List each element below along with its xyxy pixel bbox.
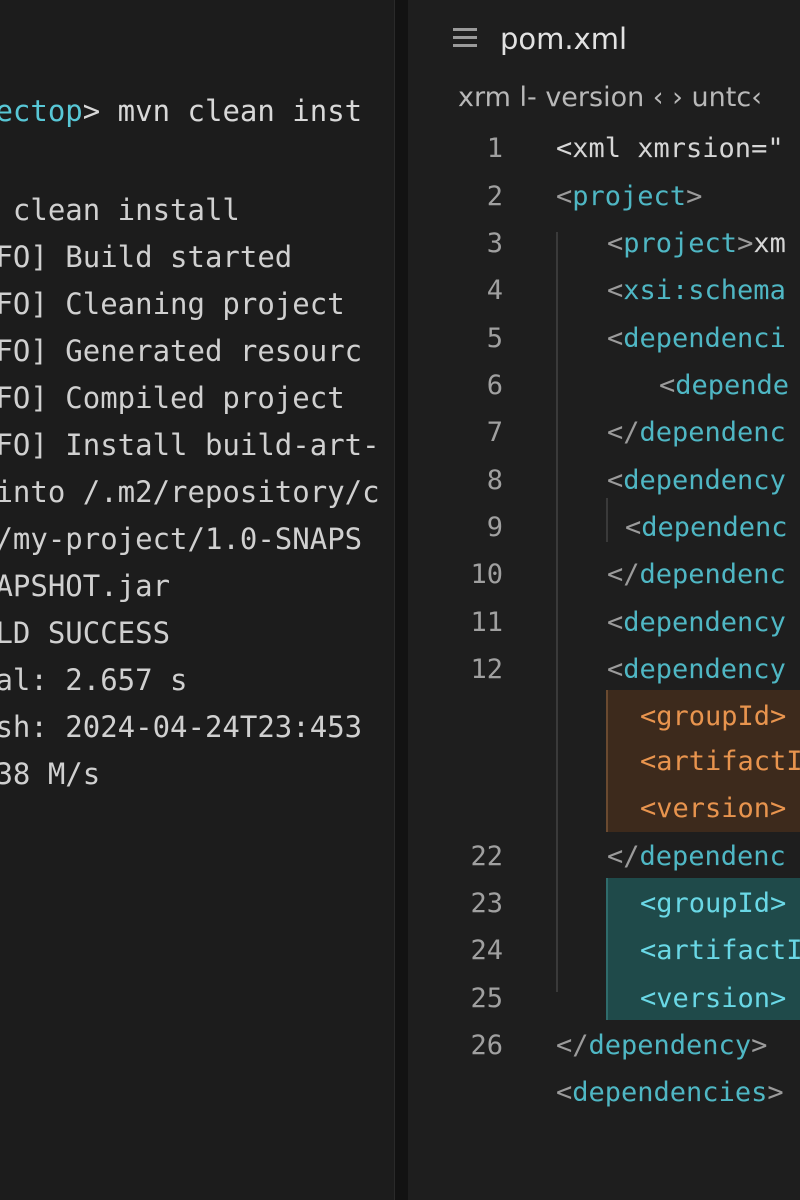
line-number: 3 — [486, 228, 503, 259]
code-line: <project> — [556, 181, 703, 212]
editor-pane[interactable]: pom.xml xrm l- version ‹ › untc‹ 1 2 3 4… — [408, 0, 800, 1200]
code-line: <project>xm — [607, 228, 786, 259]
code-line: </dependency> — [556, 1030, 768, 1061]
terminal-output-line: into /.m2/repository/c — [0, 475, 380, 509]
code-line: <groupId> — [640, 888, 787, 919]
code-line: <depende — [659, 370, 790, 401]
code-line: </dependenc — [607, 841, 786, 872]
breadcrumb[interactable]: xrm l- version ‹ › untc‹ — [458, 82, 762, 113]
line-number: 5 — [486, 323, 503, 354]
terminal-output-line: NFO] Generated resourc — [0, 334, 363, 368]
code-line: </dependenc — [607, 417, 786, 448]
terminal-output-line: tal: 2.657 s — [0, 663, 188, 697]
terminal-output-line: 638 M/s — [0, 757, 101, 791]
code-line: <dependenc — [625, 512, 788, 543]
terminal-output-line: NFO] Cleaning project — [0, 287, 345, 321]
line-number: 24 — [470, 935, 503, 966]
line-number: 6 — [486, 370, 503, 401]
code-line: <xml xmrsion=" — [556, 133, 784, 164]
line-number: 26 — [470, 1030, 503, 1061]
terminal-output-line: NFO] Compiled project — [0, 381, 345, 415]
line-number: 4 — [486, 275, 503, 306]
line-number: 8 — [486, 465, 503, 496]
terminal-output-line: NFO] Install build-art- — [0, 428, 380, 462]
prompt-path: rectop — [0, 94, 83, 128]
prompt-command: > mvn clean inst — [82, 94, 363, 128]
code-line: <version> — [640, 983, 787, 1014]
line-number: 10 — [470, 559, 503, 590]
line-number: 2 — [486, 181, 503, 212]
code-line: <xsi:schema — [607, 275, 786, 306]
terminal-output-line: e/my-project/1.0-SNAPS — [0, 522, 363, 556]
code-line: <artifactI — [640, 935, 800, 966]
code-line: </dependenc — [607, 559, 786, 590]
line-number: 1 — [486, 133, 503, 164]
line-number: 9 — [486, 512, 503, 543]
code-line: <dependency — [607, 607, 786, 638]
terminal-output-line: NAPSHOT.jar — [0, 569, 171, 603]
line-number: 12 — [470, 654, 503, 685]
code-line: <version> — [640, 793, 787, 824]
code-line: <dependency — [607, 465, 786, 496]
line-number: 23 — [470, 888, 503, 919]
indent-guide — [606, 498, 608, 542]
code-line: <dependenci — [607, 323, 786, 354]
code-line: <dependency — [607, 654, 786, 685]
line-number: 22 — [470, 841, 503, 872]
code-line: <artifactI — [640, 746, 800, 777]
line-number: 11 — [470, 607, 503, 638]
terminal-output-line: ish: 2024-04-24T23:453 — [0, 710, 363, 744]
terminal-pane[interactable]: rectop> mvn clean inst n clean install N… — [0, 0, 394, 1200]
code-line: <dependencies> — [556, 1077, 784, 1108]
screen: rectop> mvn clean inst n clean install N… — [0, 0, 800, 1200]
terminal-prompt-line: rectop> mvn clean inst — [0, 94, 362, 128]
terminal-output-line: ILD SUCCESS — [0, 616, 171, 650]
code-line: <groupId> — [640, 701, 787, 732]
hamburger-menu-icon[interactable] — [453, 28, 477, 47]
terminal-output-line: NFO] Build started — [0, 240, 293, 274]
file-tab-title[interactable]: pom.xml — [500, 22, 627, 56]
editor-tab-bar: pom.xml — [408, 0, 800, 82]
line-number: 25 — [470, 983, 503, 1014]
terminal-output-line: n clean install — [0, 193, 240, 227]
indent-guide — [556, 232, 558, 992]
line-number: 7 — [486, 417, 503, 448]
